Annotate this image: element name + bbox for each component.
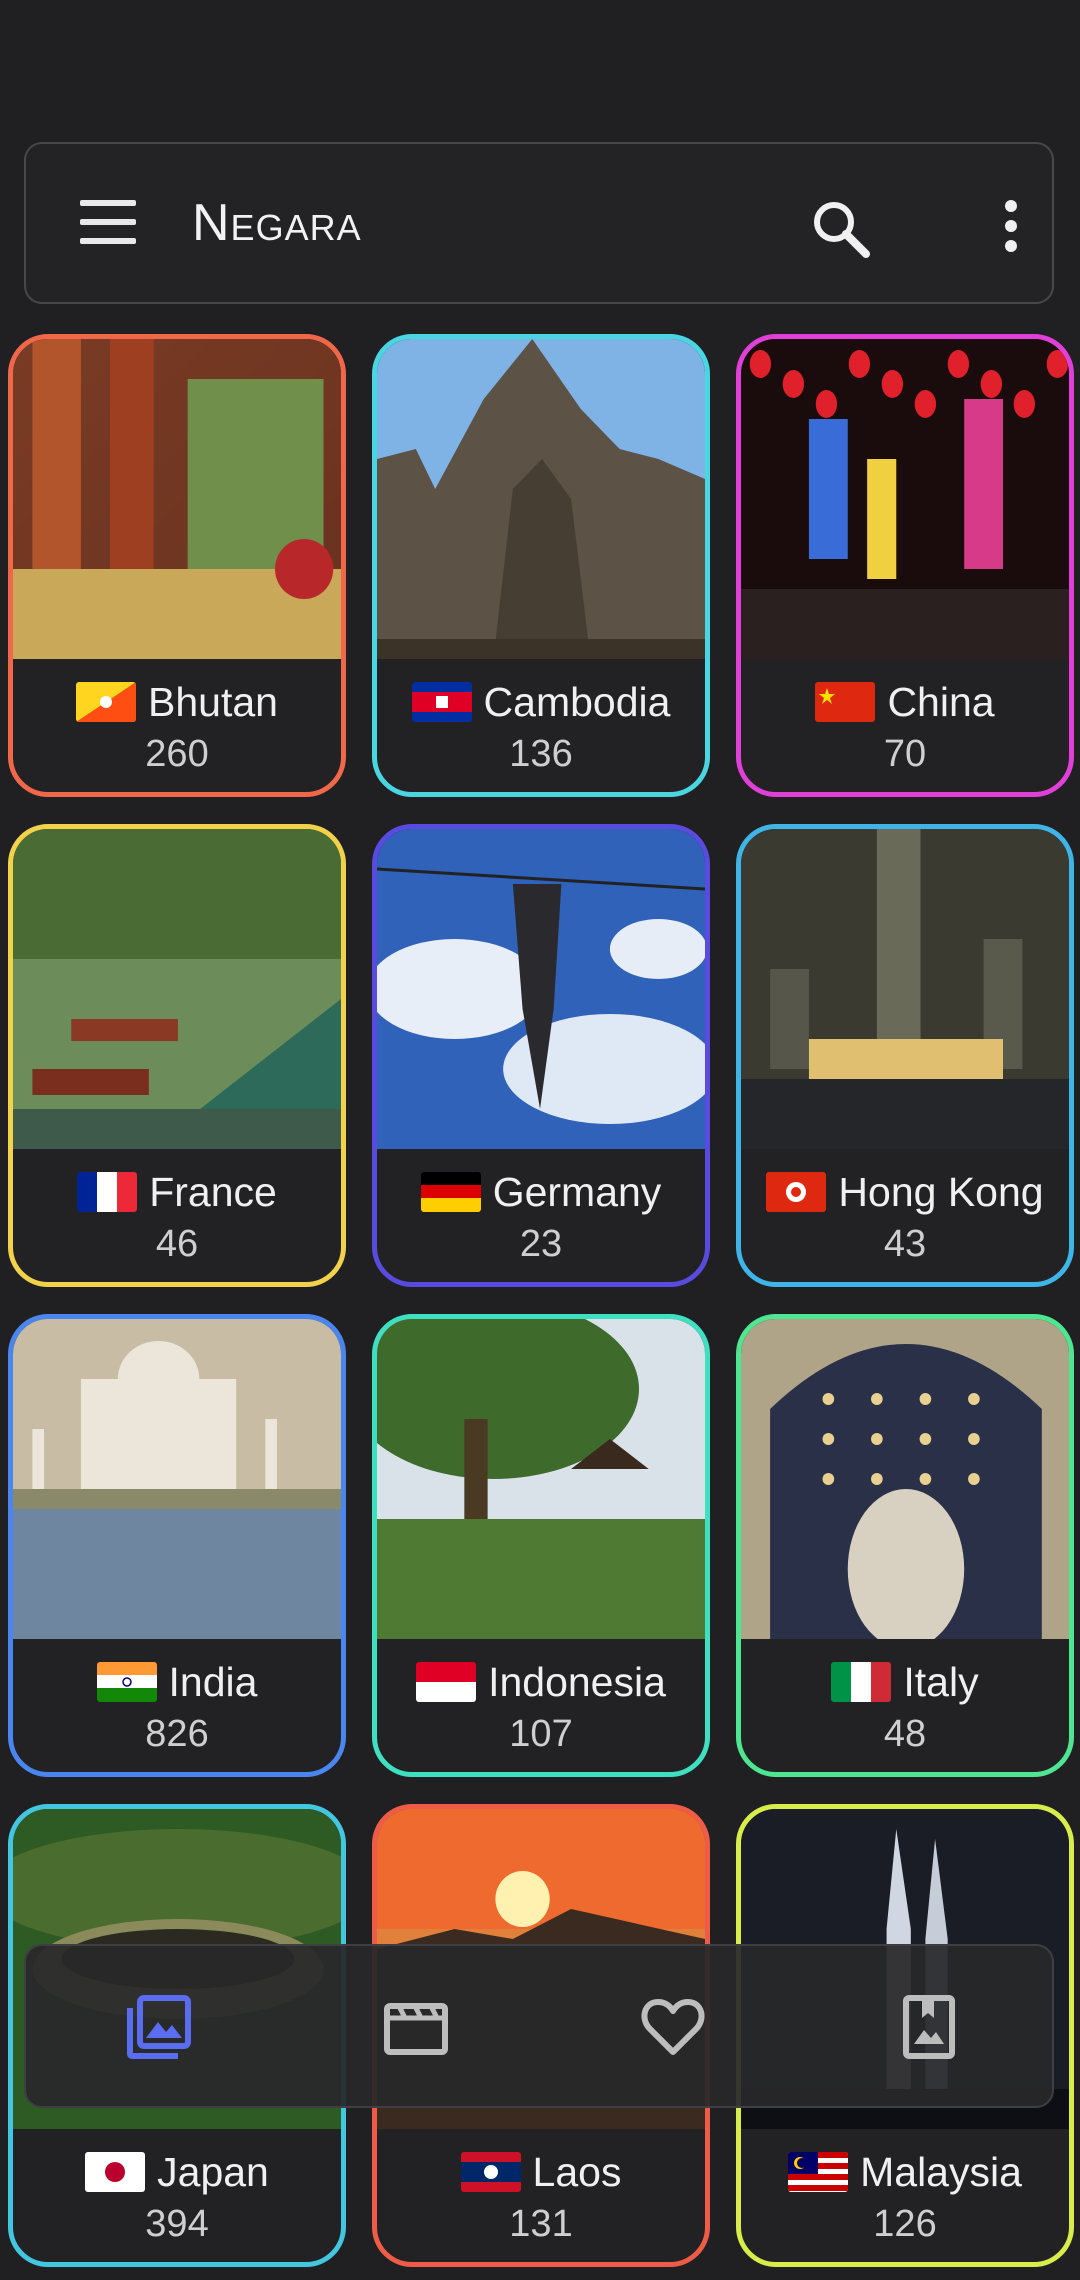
japan-flag-icon: [85, 2152, 146, 2192]
country-grid: Bhutan 260 Cambodia 136 China 70 France 46 Germa…: [0, 0, 1080, 2280]
hong-kong-flag-icon: [766, 1172, 827, 1212]
country-card-bhutan[interactable]: Bhutan 260: [8, 334, 346, 797]
country-name: India: [168, 1658, 258, 1705]
photo-count: 43: [883, 1223, 927, 1265]
movie-icon[interactable]: [381, 1992, 451, 2062]
country-photo: [13, 1319, 341, 1639]
country-name-row: India: [13, 1655, 341, 1709]
photo-count: 136: [509, 733, 573, 775]
laos-flag-icon: [460, 2152, 521, 2192]
country-name: Hong Kong: [838, 1168, 1044, 1215]
country-name-row: France: [13, 1165, 341, 1219]
country-name-row: Germany: [377, 1165, 705, 1219]
country-photo: [377, 1319, 705, 1639]
country-photo: [13, 829, 341, 1149]
country-name: Malaysia: [860, 2148, 1022, 2195]
top-app-bar: Negara: [24, 142, 1054, 304]
china-flag-icon: [815, 682, 876, 722]
country-photo: [377, 829, 705, 1149]
country-name-row: China: [741, 675, 1069, 729]
page-title: Negara: [192, 194, 362, 252]
malaysia-flag-icon: [788, 2152, 849, 2192]
country-name-row: Laos: [377, 2145, 705, 2199]
country-card-italy[interactable]: Italy 48: [736, 1314, 1074, 1777]
country-card-france[interactable]: France 46: [8, 824, 346, 1287]
country-name: Cambodia: [483, 678, 671, 725]
photo-count: 131: [509, 2203, 573, 2245]
menu-icon[interactable]: [80, 200, 136, 248]
photo-count: 23: [519, 1223, 563, 1265]
cambodia-flag-icon: [411, 682, 472, 722]
country-name-row: Italy: [741, 1655, 1069, 1709]
country-photo: [377, 339, 705, 659]
country-name-row: Indonesia: [377, 1655, 705, 1709]
bhutan-flag-icon: [76, 682, 137, 722]
country-name-row: Malaysia: [741, 2145, 1069, 2199]
favorite-icon[interactable]: [638, 1992, 708, 2062]
country-card-india[interactable]: India 826: [8, 1314, 346, 1777]
photo-count: 107: [509, 1713, 573, 1755]
france-flag-icon: [77, 1172, 138, 1212]
country-photo: [741, 829, 1069, 1149]
country-name: Japan: [157, 2148, 269, 2195]
photo-count: 46: [155, 1223, 199, 1265]
india-flag-icon: [96, 1662, 157, 1702]
germany-flag-icon: [420, 1172, 481, 1212]
country-name: Germany: [492, 1168, 662, 1215]
country-name-row: Bhutan: [13, 675, 341, 729]
search-icon[interactable]: [808, 196, 874, 262]
country-card-cambodia[interactable]: Cambodia 136: [372, 334, 710, 797]
bookmark-photo-icon[interactable]: [894, 1992, 964, 2062]
country-name: Indonesia: [488, 1658, 666, 1705]
country-name-row: Hong Kong: [741, 1165, 1069, 1219]
italy-flag-icon: [831, 1662, 892, 1702]
indonesia-flag-icon: [416, 1662, 477, 1702]
photo-count: 826: [145, 1713, 209, 1755]
country-name: France: [149, 1168, 277, 1215]
country-name-row: Cambodia: [377, 675, 705, 729]
country-name: China: [887, 678, 995, 725]
country-name: Italy: [903, 1658, 979, 1705]
country-name: Bhutan: [148, 678, 278, 725]
country-card-hong-kong[interactable]: Hong Kong 43: [736, 824, 1074, 1287]
country-name: Laos: [532, 2148, 622, 2195]
photo-count: 70: [883, 733, 927, 775]
country-name-row: Japan: [13, 2145, 341, 2199]
country-card-germany[interactable]: Germany 23: [372, 824, 710, 1287]
country-photo: [741, 339, 1069, 659]
photo-count: 260: [145, 733, 209, 775]
country-card-indonesia[interactable]: Indonesia 107: [372, 1314, 710, 1777]
photo-library-icon[interactable]: [124, 1992, 194, 2062]
more-vert-icon[interactable]: [981, 196, 1041, 256]
country-photo: [13, 339, 341, 659]
photo-count: 126: [873, 2203, 937, 2245]
photo-count: 394: [145, 2203, 209, 2245]
bottom-navigation: [24, 1944, 1054, 2108]
country-photo: [741, 1319, 1069, 1639]
photo-count: 48: [883, 1713, 927, 1755]
country-card-china[interactable]: China 70: [736, 334, 1074, 797]
